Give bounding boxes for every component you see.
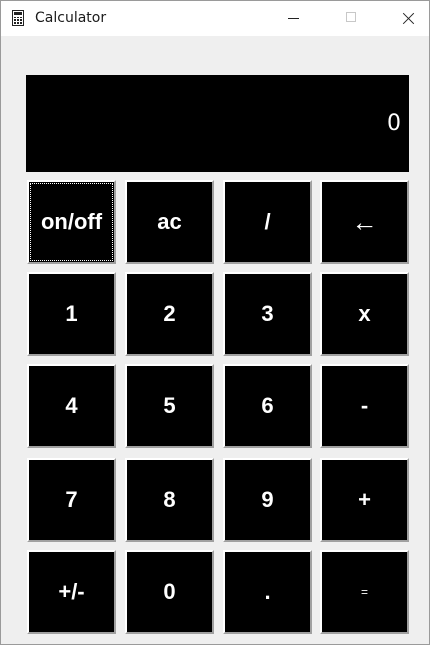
divide-button[interactable]: /	[223, 180, 312, 264]
digit-1-button[interactable]: 1	[27, 272, 116, 356]
calculator-window: Calculator 0 on/off ac / ← 1 2 3 x 4 5 6…	[0, 0, 430, 645]
digit-5-button[interactable]: 5	[125, 364, 214, 448]
title-bar[interactable]: Calculator	[1, 1, 429, 36]
add-button[interactable]: +	[320, 458, 409, 542]
calculator-icon	[12, 10, 24, 26]
decimal-point-button[interactable]: .	[223, 550, 312, 634]
digit-2-button[interactable]: 2	[125, 272, 214, 356]
backspace-button[interactable]: ←	[320, 180, 409, 264]
minimize-icon	[288, 18, 299, 19]
digit-8-button[interactable]: 8	[125, 458, 214, 542]
maximize-button[interactable]	[323, 1, 381, 36]
digit-4-button[interactable]: 4	[27, 364, 116, 448]
all-clear-button[interactable]: ac	[125, 180, 214, 264]
on-off-button[interactable]: on/off	[27, 180, 116, 264]
minimize-button[interactable]	[265, 1, 323, 36]
close-button[interactable]	[380, 1, 430, 36]
multiply-button[interactable]: x	[320, 272, 409, 356]
subtract-button[interactable]: -	[320, 364, 409, 448]
digit-6-button[interactable]: 6	[223, 364, 312, 448]
equals-button[interactable]: =	[320, 550, 409, 634]
digit-7-button[interactable]: 7	[27, 458, 116, 542]
digit-3-button[interactable]: 3	[223, 272, 312, 356]
maximize-icon	[346, 12, 356, 22]
calculator-display: 0	[26, 75, 409, 172]
keypad: on/off ac / ← 1 2 3 x 4 5 6 - 7 8 9 + +/…	[27, 180, 410, 636]
close-icon	[403, 12, 415, 24]
negate-button[interactable]: +/-	[27, 550, 116, 634]
digit-9-button[interactable]: 9	[223, 458, 312, 542]
window-title: Calculator	[35, 10, 107, 26]
display-value: 0	[387, 111, 401, 136]
digit-0-button[interactable]: 0	[125, 550, 214, 634]
